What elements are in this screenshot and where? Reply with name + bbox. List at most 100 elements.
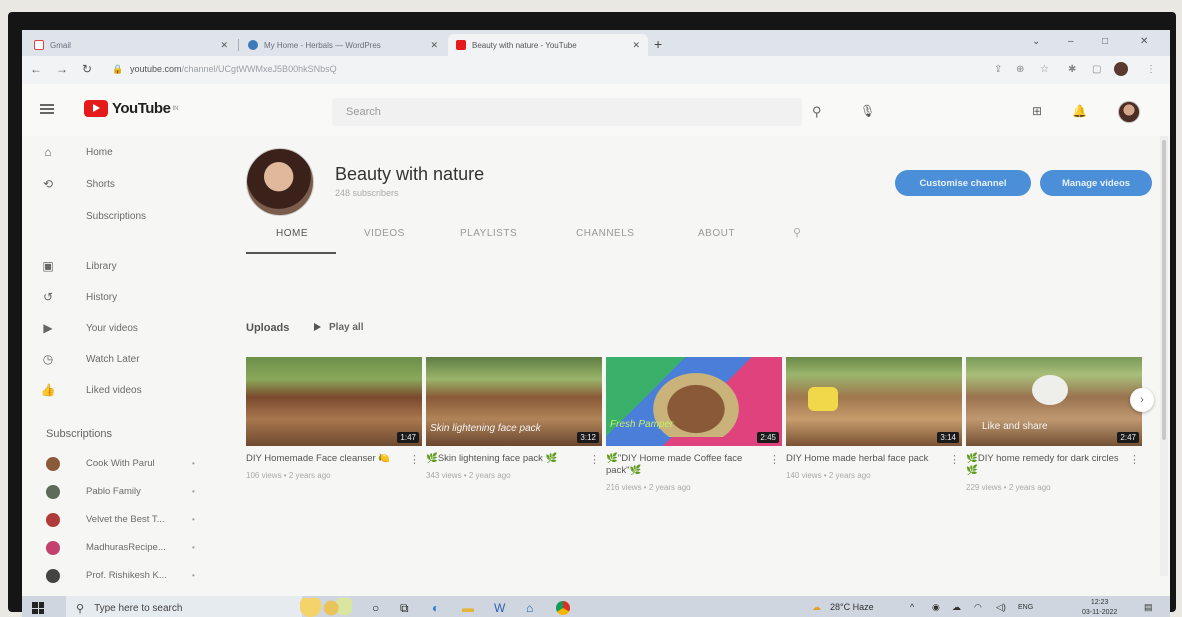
zoom-icon[interactable]: ⊕ — [1016, 64, 1024, 75]
shorts-icon: ⟲ — [42, 177, 54, 191]
new-tab-button[interactable]: + — [654, 36, 662, 52]
microphone-icon[interactable]: 🎙 — [860, 104, 875, 118]
video-thumbnail[interactable]: 3:14 — [786, 357, 962, 446]
tab-gmail[interactable]: Gmail ✕ — [26, 34, 236, 56]
sidebar-item-watch-later[interactable]: ◷ Watch Later — [22, 347, 222, 371]
active-tab-indicator — [246, 252, 336, 254]
maximize-button[interactable]: □ — [1102, 36, 1108, 47]
search-highlight-image — [300, 598, 352, 617]
sidepanel-icon[interactable]: ▢ — [1092, 64, 1101, 75]
meet-now-icon[interactable]: ◉ — [932, 602, 940, 613]
forward-icon[interactable]: → — [56, 62, 68, 76]
chevron-up-icon[interactable]: ^ — [910, 602, 914, 612]
close-icon[interactable]: ✕ — [220, 40, 228, 51]
video-title[interactable]: 🌿DIY home remedy for dark circles 🌿 — [966, 453, 1126, 477]
profile-icon[interactable] — [1114, 62, 1128, 76]
video-thumbnail[interactable]: 1:47 — [246, 357, 422, 446]
tab-search-button[interactable]: ⌄ — [1032, 36, 1040, 47]
manage-videos-button[interactable]: Manage videos — [1040, 170, 1152, 196]
close-icon[interactable]: ✕ — [430, 40, 438, 51]
tab-playlists[interactable]: PLAYLISTS — [460, 228, 517, 239]
play-icon — [314, 323, 321, 331]
bookmark-star-icon[interactable]: ☆ — [1040, 64, 1049, 75]
file-explorer-icon[interactable]: ▬ — [462, 601, 474, 615]
video-title[interactable]: 🌿Skin lightening face pack 🌿 — [426, 453, 586, 465]
video-card[interactable]: Like and share 2:47 🌿DIY home remedy for… — [966, 357, 1142, 492]
extensions-icon[interactable]: ✱ — [1068, 64, 1076, 75]
tab-channels[interactable]: CHANNELS — [576, 228, 634, 239]
create-video-icon[interactable]: ⊞ — [1032, 104, 1042, 118]
clock[interactable]: 12:23 03-11-2022 — [1082, 598, 1117, 617]
video-card[interactable]: Skin lightening face pack 3:12 🌿Skin lig… — [426, 357, 602, 480]
network-icon[interactable]: ◠ — [974, 602, 982, 613]
subscription-item[interactable]: Prof. Rishikesh K... • — [22, 566, 222, 588]
share-icon[interactable]: ⇪ — [994, 64, 1002, 75]
notifications-icon[interactable]: ▤ — [1144, 602, 1153, 613]
tab-wordpress[interactable]: My Home - Herbals — WordPres ✕ — [240, 34, 446, 56]
scrollbar-thumb[interactable] — [1162, 140, 1166, 440]
tab-home[interactable]: HOME — [276, 228, 308, 239]
sidebar-item-library[interactable]: ▣ Library — [22, 254, 222, 278]
window-close-button[interactable]: ✕ — [1140, 36, 1148, 47]
video-thumbnail[interactable]: Skin lightening face pack 3:12 — [426, 357, 602, 446]
taskbar-search-input[interactable]: ⚲ Type here to search — [66, 596, 302, 617]
more-options-icon[interactable]: ⋮ — [409, 453, 420, 466]
play-all-button[interactable]: Play all — [314, 322, 363, 333]
subscription-item[interactable]: MadhurasRecipe... • — [22, 538, 222, 560]
close-icon[interactable]: ✕ — [632, 40, 640, 51]
subscription-item[interactable]: Velvet the Best T... • — [22, 510, 222, 532]
minimize-button[interactable]: – — [1068, 36, 1074, 47]
video-thumbnail[interactable]: Like and share 2:47 — [966, 357, 1142, 446]
more-options-icon[interactable]: ⋮ — [589, 453, 600, 466]
sidebar-item-history[interactable]: ↺ History — [22, 285, 222, 309]
tab-about[interactable]: ABOUT — [698, 228, 735, 239]
onedrive-icon[interactable]: ☁ — [952, 602, 961, 613]
search-input[interactable]: Search — [332, 98, 802, 126]
store-icon[interactable]: ⌂ — [526, 601, 533, 615]
language-indicator[interactable]: ENG — [1018, 604, 1033, 611]
video-title[interactable]: DIY Home made herbal face pack — [786, 453, 946, 465]
video-card[interactable]: 1:47 DIY Homemade Face cleanser 🍋 106 vi… — [246, 357, 422, 480]
back-icon[interactable]: ← — [30, 62, 42, 76]
reload-icon[interactable]: ↻ — [82, 62, 92, 76]
volume-icon[interactable]: ◁) — [996, 602, 1006, 613]
subscription-item[interactable]: Pablo Family • — [22, 482, 222, 504]
sidebar-item-your-videos[interactable]: ▶ Your videos — [22, 316, 222, 340]
youtube-logo[interactable]: YouTube IN — [84, 100, 178, 117]
task-view-icon[interactable]: ⧉ — [400, 601, 409, 616]
more-options-icon[interactable]: ⋮ — [949, 453, 960, 466]
more-options-icon[interactable]: ⋮ — [1129, 453, 1140, 466]
windows-start-icon[interactable] — [32, 602, 44, 614]
weather-text[interactable]: 28°C Haze — [830, 602, 874, 612]
lock-icon[interactable]: 🔒 — [112, 64, 123, 75]
sidebar-item-home[interactable]: ⌂ Home — [22, 140, 222, 164]
new-content-dot: • — [192, 571, 195, 580]
video-thumbnail[interactable]: Fresh Pamper 2:45 — [606, 357, 782, 446]
word-icon[interactable]: W — [494, 601, 505, 615]
sidebar-item-shorts[interactable]: ⟲ Shorts — [22, 172, 222, 196]
tab-videos[interactable]: VIDEOS — [364, 228, 405, 239]
url-field[interactable]: youtube.com/channel/UCgtWWMxeJ5B00hkSNbs… — [130, 64, 337, 74]
subscription-item[interactable]: Cook With Parul • — [22, 454, 222, 476]
notifications-bell-icon[interactable]: 🔔 — [1072, 104, 1087, 118]
account-avatar[interactable] — [1118, 101, 1140, 123]
customise-channel-button[interactable]: Customise channel — [895, 170, 1031, 196]
channel-search-icon[interactable]: ⚲ — [793, 226, 801, 239]
video-card[interactable]: Fresh Pamper 2:45 🌿"DIY Home made Coffee… — [606, 357, 782, 492]
video-title[interactable]: DIY Homemade Face cleanser 🍋 — [246, 453, 406, 465]
edge-icon[interactable]: ◐ — [432, 601, 439, 615]
chrome-icon[interactable] — [556, 601, 570, 615]
video-title[interactable]: 🌿"DIY Home made Coffee face pack"🌿 — [606, 453, 766, 477]
cortana-icon[interactable]: ○ — [372, 601, 379, 615]
search-icon[interactable]: ⚲ — [812, 104, 822, 120]
browser-menu-icon[interactable]: ⋮ — [1146, 64, 1156, 75]
channel-avatar-large[interactable] — [246, 148, 314, 216]
sidebar-item-liked-videos[interactable]: 👍 Liked videos — [22, 378, 222, 402]
thumbnail-overlay-text: Skin lightening face pack — [430, 423, 541, 434]
chevron-right-icon[interactable]: › — [1130, 388, 1154, 412]
tab-youtube[interactable]: Beauty with nature - YouTube ✕ — [448, 34, 648, 56]
sidebar-item-subscriptions[interactable]: Subscriptions — [22, 204, 222, 228]
hamburger-menu-icon[interactable] — [40, 104, 54, 114]
more-options-icon[interactable]: ⋮ — [769, 453, 780, 466]
video-card[interactable]: 3:14 DIY Home made herbal face pack 140 … — [786, 357, 962, 480]
